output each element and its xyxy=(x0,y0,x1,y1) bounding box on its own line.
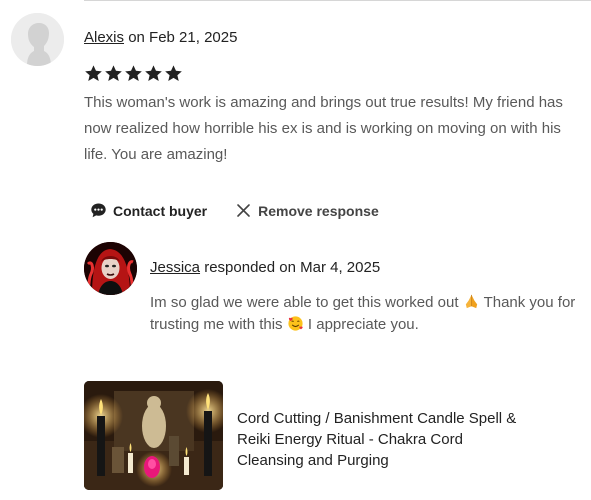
review-header: Alexis on Feb 21, 2025 xyxy=(84,29,237,46)
folded-hands-emoji-icon xyxy=(465,294,477,309)
seller-photo xyxy=(84,242,137,295)
contact-buyer-label: Contact buyer xyxy=(113,202,208,219)
remove-response-label: Remove response xyxy=(258,202,379,219)
star-rating xyxy=(84,64,183,83)
review-text: This woman's work is amazing and brings … xyxy=(84,94,563,163)
seller-avatar[interactable] xyxy=(84,242,137,295)
star-icon xyxy=(85,65,102,82)
reviewer-avatar[interactable] xyxy=(11,13,64,66)
default-avatar-icon xyxy=(11,13,64,66)
top-divider xyxy=(84,0,591,1)
product-thumbnail[interactable] xyxy=(84,381,223,490)
product-photo xyxy=(84,381,223,490)
response-text-part3: I appreciate you. xyxy=(307,316,419,333)
contact-buyer-button[interactable]: Contact buyer xyxy=(90,202,207,219)
reviewer-name-link[interactable]: Alexis xyxy=(84,29,124,46)
seller-name-link[interactable]: Jessica xyxy=(150,259,200,276)
close-icon xyxy=(237,204,250,217)
star-icon xyxy=(125,65,142,82)
review-date: on Feb 21, 2025 xyxy=(128,29,238,46)
star-icon xyxy=(105,65,122,82)
response-text-part1: Im so glad we were able to get this work… xyxy=(150,294,459,311)
review-actions: Contact buyer Remove response xyxy=(90,202,379,219)
smiling-face-with-hearts-emoji-icon xyxy=(288,316,303,331)
response-date: responded on Mar 4, 2025 xyxy=(204,259,381,276)
star-icon xyxy=(145,65,162,82)
remove-response-button[interactable]: Remove response xyxy=(235,202,379,219)
response-header: Jessica responded on Mar 4, 2025 xyxy=(150,259,380,276)
response-text: Im so glad we were able to get this work… xyxy=(150,292,590,336)
chat-bubble-icon xyxy=(91,203,106,218)
product-title-link[interactable]: Cord Cutting / Banishment Candle Spell &… xyxy=(237,408,527,471)
star-icon xyxy=(165,65,182,82)
